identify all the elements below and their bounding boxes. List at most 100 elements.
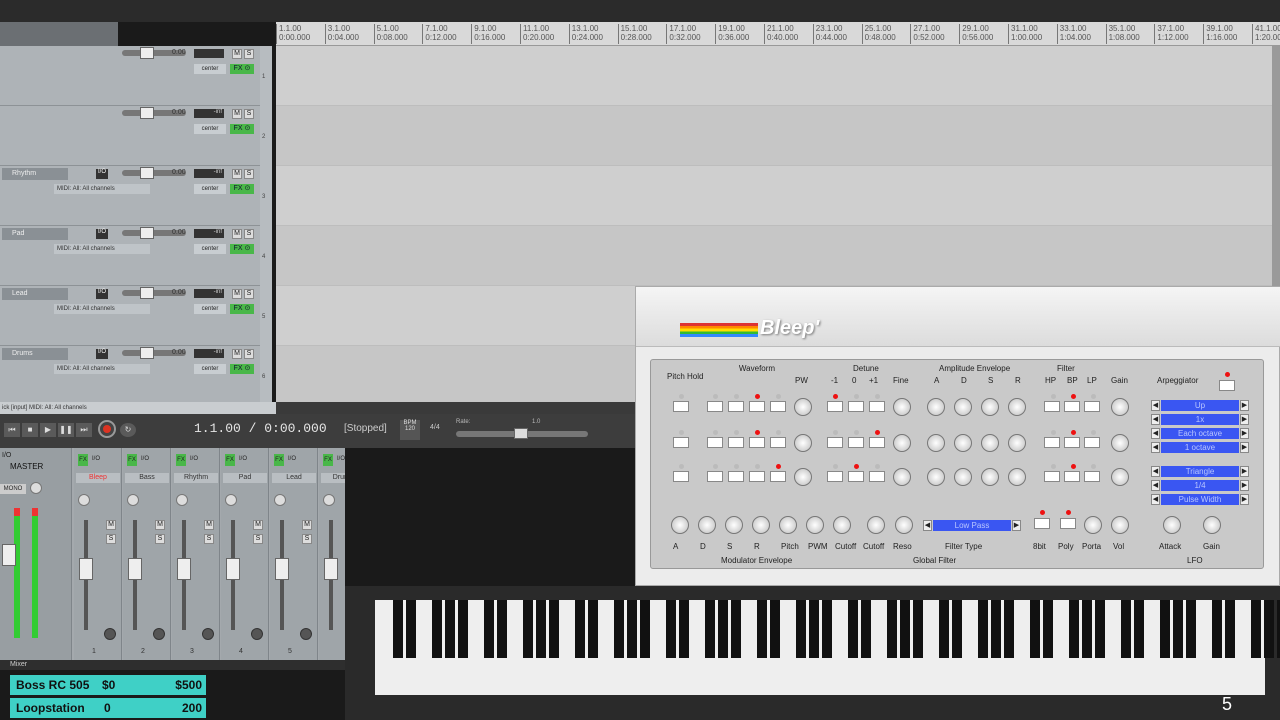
arrow-left-icon[interactable]: ◀ [1151, 480, 1160, 491]
amp-env-knob[interactable] [954, 468, 972, 486]
pan-knob[interactable] [274, 494, 286, 506]
arrow-right-icon[interactable]: ▶ [1240, 400, 1249, 411]
detune-switch[interactable] [827, 401, 843, 412]
arrow-right-icon[interactable]: ▶ [1240, 480, 1249, 491]
solo-button[interactable]: S [253, 534, 263, 544]
arrow-left-icon[interactable]: ◀ [1151, 428, 1160, 439]
solo-button[interactable]: S [106, 534, 116, 544]
mute-button[interactable]: M [106, 520, 116, 530]
pan-knob[interactable] [323, 494, 335, 506]
gain-knob[interactable] [1111, 468, 1129, 486]
fine-knob[interactable] [893, 468, 911, 486]
play-button[interactable]: ▶ [40, 423, 56, 437]
fx-label[interactable]: FX [78, 454, 88, 466]
io-button[interactable]: I/O [96, 229, 108, 239]
amp-env-knob[interactable] [954, 398, 972, 416]
mute-button[interactable]: M [232, 229, 242, 239]
filter-switch[interactable] [1064, 401, 1080, 412]
amp-env-knob[interactable] [1008, 468, 1026, 486]
horizontal-scrollbar[interactable] [276, 402, 636, 414]
mute-button[interactable]: M [155, 520, 165, 530]
lfo-attack-knob[interactable] [1163, 516, 1181, 534]
vol-knob[interactable] [1111, 516, 1129, 534]
track-name[interactable]: Drums [2, 348, 68, 360]
track-name[interactable]: Rhythm [2, 168, 68, 180]
fine-knob[interactable] [893, 434, 911, 452]
volume-fader-handle[interactable] [140, 167, 154, 179]
cutoff-knob[interactable] [867, 516, 885, 534]
mute-button[interactable]: M [232, 289, 242, 299]
reso-knob[interactable] [895, 516, 913, 534]
fx-label[interactable]: FX [127, 454, 137, 466]
arrow-right-icon[interactable]: ▶ [1012, 520, 1021, 531]
arrow-left-icon[interactable]: ◀ [1151, 400, 1160, 411]
track-row[interactable]: 0.00 -inf M Scenter FX ⊙ [0, 106, 260, 166]
waveform-switch[interactable] [770, 471, 786, 482]
lfo-display[interactable]: 1/4 [1161, 480, 1239, 491]
detune-switch[interactable] [869, 471, 885, 482]
detune-switch[interactable] [869, 437, 885, 448]
go-to-start-button[interactable]: ⏮ [4, 423, 20, 437]
pan-knob[interactable] [127, 494, 139, 506]
arp-display[interactable]: 1x [1161, 414, 1239, 425]
mod-env-knob[interactable] [671, 516, 689, 534]
arrow-left-icon[interactable]: ◀ [1151, 442, 1160, 453]
waveform-switch[interactable] [728, 471, 744, 482]
io-label[interactable]: I/O [141, 456, 149, 462]
pan-knob[interactable] [78, 494, 90, 506]
midi-input-label[interactable]: MIDI: All: All channels [54, 184, 150, 194]
arrow-right-icon[interactable]: ▶ [1240, 442, 1249, 453]
strip-name[interactable]: Drums [321, 473, 345, 483]
lfo-display[interactable]: Triangle [1161, 466, 1239, 477]
fx-button[interactable]: FX ⊙ [230, 364, 254, 374]
pw-knob[interactable] [794, 398, 812, 416]
pw-knob[interactable] [794, 434, 812, 452]
record-arm-button[interactable] [104, 628, 116, 640]
io-label[interactable]: I/O [337, 456, 345, 462]
arp-display[interactable]: Each octave [1161, 428, 1239, 439]
fx-button[interactable]: FX ⊙ [230, 304, 254, 314]
repeat-icon[interactable]: ↻ [120, 423, 136, 437]
mono-button[interactable]: MONO [0, 484, 26, 494]
midi-input-label[interactable]: MIDI: All: All channels [54, 364, 150, 374]
mod-env-knob[interactable] [752, 516, 770, 534]
track-name[interactable]: Lead [2, 288, 68, 300]
pan-center-label[interactable]: center [194, 364, 226, 374]
amp-env-knob[interactable] [927, 468, 945, 486]
pitch-hold-switch[interactable] [673, 437, 689, 448]
record-arm-button[interactable] [153, 628, 165, 640]
pan-knob[interactable] [176, 494, 188, 506]
track-row[interactable]: Drums I/O MIDI: All: All channels 0.00 -inf M… [0, 346, 260, 406]
solo-button[interactable]: S [155, 534, 165, 544]
waveform-switch[interactable] [749, 401, 765, 412]
track-row[interactable]: 0.00 M Scenter FX ⊙ [0, 46, 260, 106]
io-label[interactable]: I/O [190, 456, 198, 462]
io-button[interactable]: I/O [96, 349, 108, 359]
mute-button[interactable]: M [253, 520, 263, 530]
waveform-switch[interactable] [749, 437, 765, 448]
fx-button[interactable]: FX ⊙ [230, 64, 254, 74]
amp-env-knob[interactable] [927, 398, 945, 416]
filter-switch[interactable] [1044, 437, 1060, 448]
track-name[interactable]: Pad [2, 228, 68, 240]
io-label[interactable]: I/O [288, 456, 296, 462]
time-signature[interactable]: 4/4 [430, 424, 440, 431]
io-label[interactable]: I/O [92, 456, 100, 462]
amp-env-knob[interactable] [981, 434, 999, 452]
mod-env-knob[interactable] [779, 516, 797, 534]
solo-button[interactable]: S [244, 229, 254, 239]
detune-switch[interactable] [827, 437, 843, 448]
go-to-end-button[interactable]: ⏭ [76, 423, 92, 437]
track-row[interactable]: Lead I/O MIDI: All: All channels 0.00 -inf M S… [0, 286, 260, 346]
mute-button[interactable]: M [232, 349, 242, 359]
amp-env-knob[interactable] [1008, 434, 1026, 452]
mod-env-knob[interactable] [833, 516, 851, 534]
master-pan-knob[interactable] [30, 482, 42, 494]
filter-switch[interactable] [1044, 471, 1060, 482]
waveform-switch[interactable] [707, 401, 723, 412]
arp-display[interactable]: 1 octave [1161, 442, 1239, 453]
lfo-display[interactable]: Pulse Width [1161, 494, 1239, 505]
volume-fader-handle[interactable] [140, 287, 154, 299]
gain-knob[interactable] [1111, 398, 1129, 416]
volume-fader[interactable] [177, 558, 191, 580]
